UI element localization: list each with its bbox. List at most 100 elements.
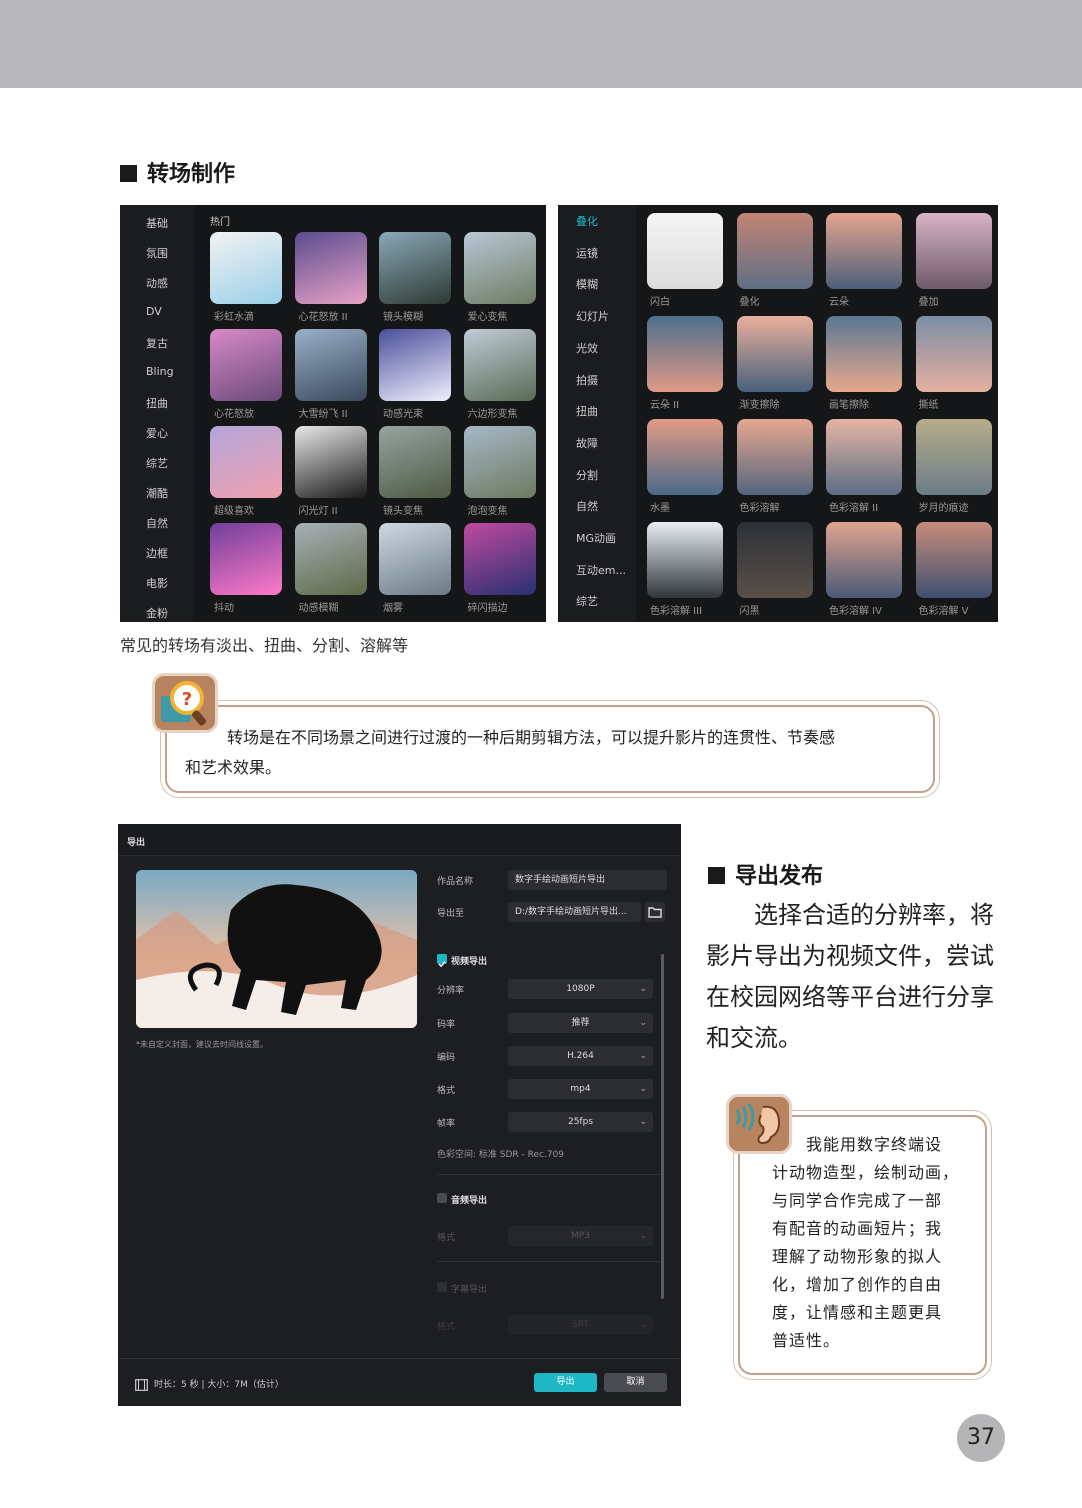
audio-format-label: 格式: [437, 1233, 456, 1243]
category-item[interactable]: 扭曲: [146, 395, 168, 411]
transition-thumbnail[interactable]: [826, 419, 902, 495]
transition-label: 碎闪描边: [467, 603, 508, 614]
transition-thumbnail[interactable]: [463, 426, 536, 498]
category-item[interactable]: 综艺: [576, 593, 598, 609]
transition-panel-left: 基础 氛围 动感 DV 复古 Bling 扭曲 爱心 综艺 潮酷 自然 边框 电影 金粉 热门 彩虹水滴心…: [120, 205, 546, 622]
category-item[interactable]: DV: [146, 305, 162, 318]
transition-thumbnail[interactable]: [736, 213, 813, 289]
note-line: 理解了动物形象的拟人: [772, 1247, 943, 1266]
transition-label: 泡泡变焦: [467, 506, 508, 517]
transition-thumbnail[interactable]: [210, 426, 282, 498]
ear-sound-icon: [726, 1094, 792, 1154]
category-item[interactable]: 幻灯片: [576, 308, 609, 324]
cancel-button[interactable]: 取消: [604, 1373, 667, 1392]
transition-thumbnail[interactable]: [826, 316, 902, 392]
chevron-down-icon: ⌄: [639, 1018, 647, 1028]
subtitle-export-section: 字幕导出: [451, 1285, 488, 1295]
transition-label: 心花怒放: [214, 409, 254, 420]
transition-thumbnail[interactable]: [915, 522, 992, 598]
transition-thumbnail[interactable]: [647, 419, 723, 495]
category-item[interactable]: 边框: [146, 545, 168, 561]
transition-thumbnail[interactable]: [647, 522, 723, 598]
resolution-select[interactable]: 1080P ⌄: [508, 979, 653, 999]
category-item[interactable]: 分割: [576, 467, 598, 483]
category-item[interactable]: 光效: [576, 340, 598, 356]
category-item[interactable]: 叠化: [576, 213, 598, 229]
transition-thumbnail[interactable]: [736, 522, 813, 598]
category-item[interactable]: Bling: [146, 365, 174, 378]
transition-thumbnail[interactable]: [826, 522, 902, 598]
category-item[interactable]: 综艺: [146, 455, 168, 471]
category-item[interactable]: 动感: [146, 275, 168, 291]
transition-thumbnail[interactable]: [826, 213, 902, 289]
category-item[interactable]: 基础: [146, 215, 168, 231]
category-item[interactable]: 金粉: [146, 605, 168, 621]
category-item[interactable]: 模糊: [576, 276, 598, 292]
path-input[interactable]: D:/数字手绘动画短片导出...: [508, 902, 641, 922]
category-item[interactable]: 拍摄: [576, 372, 598, 388]
category-item[interactable]: MG动画: [576, 530, 616, 546]
category-item[interactable]: 自然: [576, 498, 598, 514]
transition-thumbnail[interactable]: [294, 426, 367, 498]
transition-thumbnail[interactable]: [210, 523, 282, 595]
note-line: 我能用数字终端设: [772, 1135, 943, 1154]
category-item[interactable]: 互动em...: [576, 562, 626, 578]
transition-thumbnail[interactable]: [210, 329, 282, 401]
transition-thumbnail[interactable]: [736, 316, 813, 392]
audio-format-select[interactable]: MP3 ⌄: [508, 1226, 653, 1246]
video-export-section: 视频导出: [451, 957, 488, 967]
name-input[interactable]: 数字手绘动画短片导出: [508, 870, 667, 890]
transition-thumbnail[interactable]: [463, 329, 536, 401]
chevron-down-icon: ⌄: [639, 1084, 647, 1094]
transition-thumbnail[interactable]: [463, 232, 536, 304]
checkbox-icon[interactable]: [437, 954, 447, 968]
checkbox-icon[interactable]: [437, 1193, 447, 1203]
category-item[interactable]: 复古: [146, 335, 168, 351]
transition-thumbnail[interactable]: [294, 523, 367, 595]
transition-thumbnail[interactable]: [915, 419, 992, 495]
transition-label: 画笔擦除: [829, 400, 869, 411]
scrollbar[interactable]: [661, 954, 664, 1299]
transition-thumbnail[interactable]: [379, 329, 451, 401]
transition-thumbnail[interactable]: [647, 213, 723, 289]
folder-icon[interactable]: [645, 902, 665, 922]
chevron-down-icon: ⌄: [639, 984, 647, 994]
bitrate-select[interactable]: 推荐 ⌄: [508, 1013, 653, 1033]
paragraph-line: 和交流。: [706, 1024, 802, 1052]
subtitle-format-select[interactable]: SRT ⌄: [508, 1315, 653, 1335]
transition-thumbnail[interactable]: [463, 523, 536, 595]
transition-thumbnail[interactable]: [379, 232, 451, 304]
fps-select[interactable]: 25fps ⌄: [508, 1112, 653, 1132]
format-select[interactable]: mp4 ⌄: [508, 1079, 653, 1099]
transition-thumbnail[interactable]: [210, 232, 282, 304]
checkbox-icon[interactable]: [437, 1282, 447, 1292]
note-box-transition: 转场是在不同场景之间进行过渡的一种后期剪辑方法，可以提升影片的连贯性、节奏感 和…: [165, 705, 935, 793]
category-item[interactable]: 电影: [146, 575, 168, 591]
note-line: 度，让情感和主题更具: [772, 1303, 943, 1322]
transition-thumbnail[interactable]: [379, 523, 451, 595]
category-item[interactable]: 潮酷: [146, 485, 168, 501]
transition-thumbnail[interactable]: [915, 316, 992, 392]
export-button[interactable]: 导出: [534, 1373, 597, 1392]
codec-select[interactable]: H.264 ⌄: [508, 1046, 653, 1066]
cover-preview[interactable]: [136, 870, 417, 1028]
chevron-down-icon: ⌄: [639, 1231, 647, 1241]
transition-thumbnail[interactable]: [736, 419, 813, 495]
category-item[interactable]: 氛围: [146, 245, 168, 261]
transition-thumbnail[interactable]: [915, 213, 992, 289]
transition-thumbnail[interactable]: [294, 232, 367, 304]
transition-thumbnail[interactable]: [379, 426, 451, 498]
category-item[interactable]: 自然: [146, 515, 168, 531]
transition-thumbnail[interactable]: [294, 329, 367, 401]
transition-label: 闪白: [650, 297, 670, 308]
category-item[interactable]: 爱心: [146, 425, 168, 441]
transition-label: 镜头模糊: [383, 312, 423, 323]
category-item[interactable]: 故障: [576, 435, 598, 451]
category-item[interactable]: 运镜: [576, 245, 598, 261]
note-line: 转场是在不同场景之间进行过渡的一种后期剪辑方法，可以提升影片的连贯性、节奏感: [227, 728, 836, 747]
note-line: 与同学合作完成了一部: [772, 1191, 943, 1210]
group-title: 热门: [210, 217, 230, 228]
category-item[interactable]: 扭曲: [576, 403, 598, 419]
transition-thumbnail[interactable]: [647, 316, 723, 392]
transition-label: 烟雾: [383, 603, 403, 614]
